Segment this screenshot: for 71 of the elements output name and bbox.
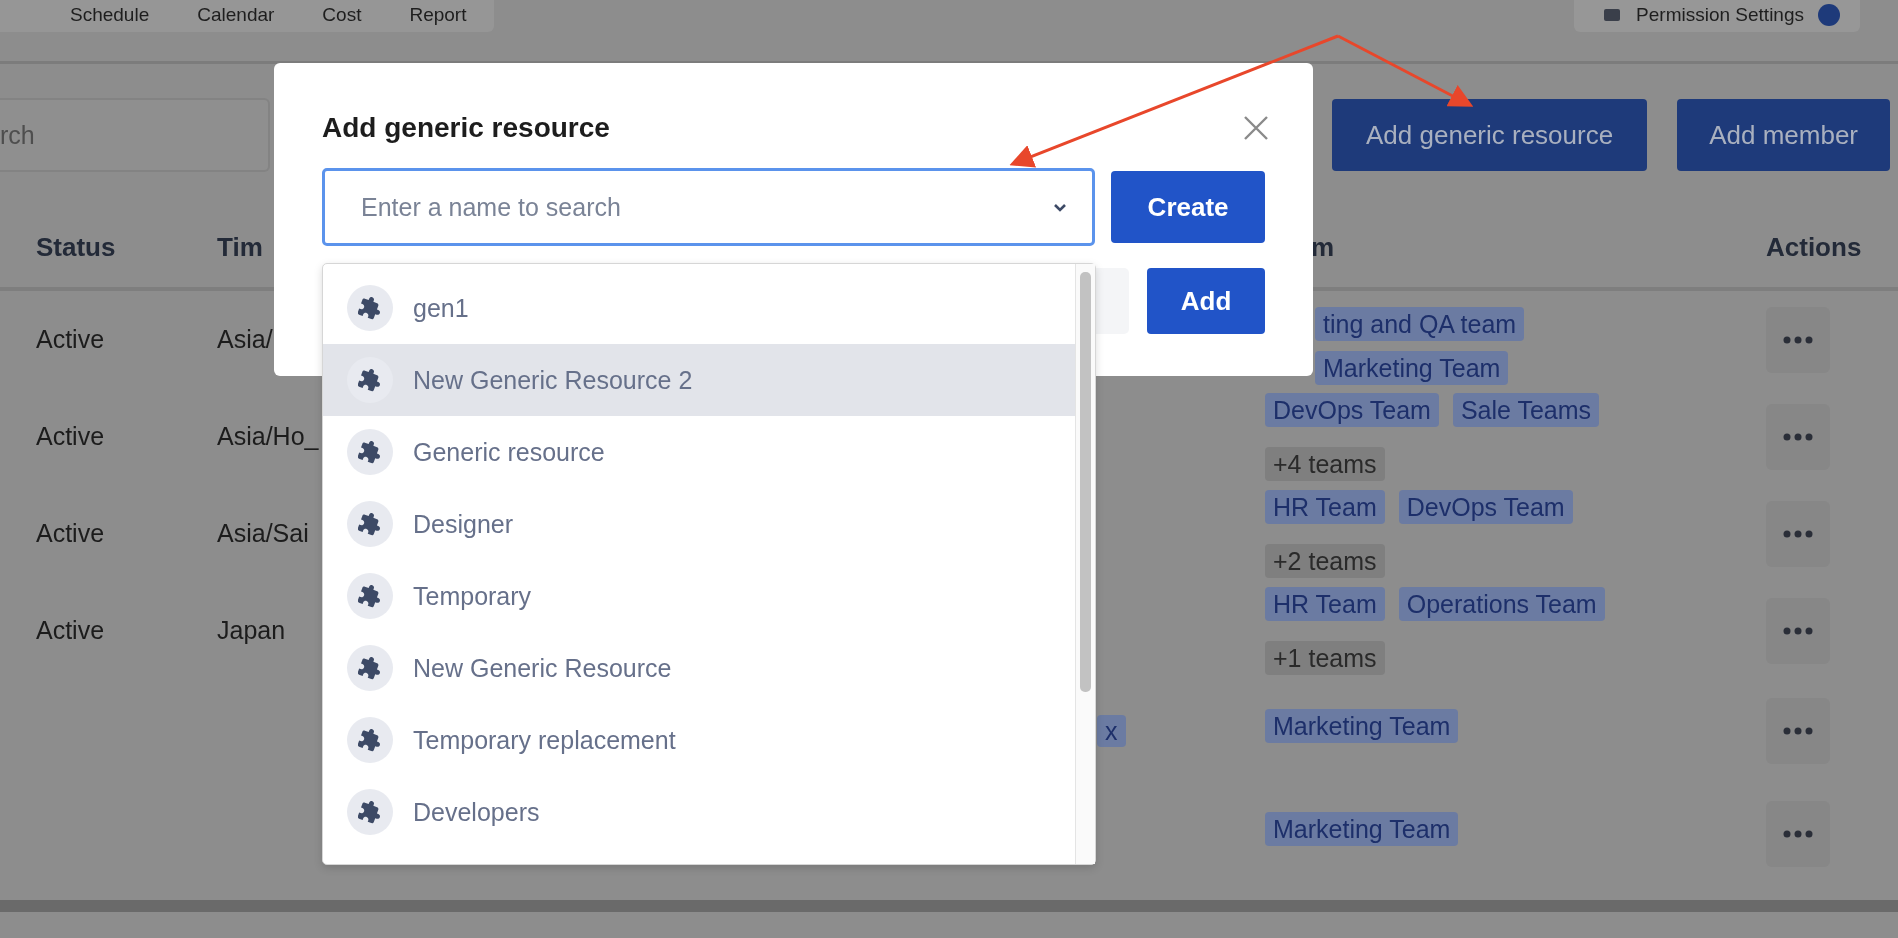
team-tag: DevOps Team bbox=[1398, 489, 1573, 524]
status-cell: Active bbox=[36, 325, 105, 353]
team-tag: Marketing Team bbox=[1265, 709, 1459, 743]
toolbar-button[interactable]: Add generic resource bbox=[1332, 99, 1648, 171]
resource-option[interactable]: Temporary replacement bbox=[323, 704, 1075, 776]
chevron-down-icon bbox=[1053, 203, 1068, 212]
team-tag: +1 teams bbox=[1265, 640, 1385, 675]
puzzle-icon bbox=[347, 285, 393, 331]
more-button[interactable] bbox=[1766, 801, 1830, 867]
team-tag: +2 teams bbox=[1265, 543, 1385, 578]
nav-tab[interactable]: Schedule bbox=[70, 4, 150, 26]
permission-settings-button[interactable]: Permission Settings bbox=[1574, 0, 1860, 32]
team-tag: ting and QA team bbox=[1315, 306, 1525, 341]
team-tag: HR Team bbox=[1265, 489, 1385, 524]
team-tag: HR Team bbox=[1265, 586, 1385, 621]
team-tag: +4 teams bbox=[1265, 446, 1385, 481]
nav-tab[interactable]: Cost bbox=[322, 4, 362, 26]
column-header: Actions bbox=[1765, 231, 1863, 263]
info-badge bbox=[1818, 4, 1840, 26]
vertical-scrollbar[interactable] bbox=[1075, 264, 1095, 864]
puzzle-icon bbox=[347, 429, 393, 475]
timezone-cell: Asia/Ho_ bbox=[217, 422, 319, 450]
more-icon bbox=[1783, 727, 1813, 735]
search-field[interactable]: rch bbox=[0, 98, 270, 172]
puzzle-icon bbox=[347, 645, 393, 691]
more-icon bbox=[1783, 335, 1813, 344]
add-button[interactable]: Add bbox=[1147, 268, 1265, 334]
resource-search-field[interactable]: Enter a name to search bbox=[322, 168, 1096, 246]
resource-option[interactable]: Generic resource bbox=[323, 416, 1075, 488]
more-button[interactable] bbox=[1766, 597, 1830, 664]
column-header: m bbox=[1310, 231, 1336, 263]
toolbar-button[interactable]: Add member bbox=[1677, 99, 1890, 171]
tag: x bbox=[1097, 715, 1126, 747]
more-button[interactable] bbox=[1766, 500, 1830, 567]
resource-option[interactable]: New Generic Resource bbox=[323, 632, 1075, 704]
nav-tab[interactable]: Calendar bbox=[197, 4, 275, 26]
more-icon bbox=[1783, 529, 1813, 538]
team-tag: Operations Team bbox=[1398, 586, 1605, 621]
modal-title: Add generic resource bbox=[322, 112, 610, 144]
nav-tab[interactable]: Report bbox=[409, 4, 467, 26]
horizontal-scrollbar[interactable] bbox=[0, 900, 1898, 912]
puzzle-icon bbox=[347, 357, 393, 403]
close-icon[interactable] bbox=[1243, 115, 1269, 141]
status-cell: Active bbox=[36, 519, 105, 547]
column-header: Status bbox=[36, 231, 117, 263]
team-tag: Sale Teams bbox=[1452, 392, 1600, 427]
resource-option[interactable]: New Generic Resource 2 bbox=[323, 344, 1075, 416]
resource-option[interactable]: Designer bbox=[323, 488, 1075, 560]
timezone-cell: Japan bbox=[217, 616, 286, 644]
more-icon bbox=[1783, 830, 1813, 838]
more-button[interactable] bbox=[1766, 698, 1830, 764]
column-header: Tim bbox=[217, 231, 264, 263]
resource-option[interactable]: Developers bbox=[323, 776, 1075, 848]
puzzle-icon bbox=[347, 573, 393, 619]
puzzle-icon bbox=[347, 717, 393, 763]
status-cell: Active bbox=[36, 422, 105, 450]
puzzle-icon bbox=[347, 501, 393, 547]
puzzle-icon bbox=[347, 789, 393, 835]
status-cell: Active bbox=[36, 616, 105, 644]
resource-option[interactable]: Temporary bbox=[323, 560, 1075, 632]
more-icon bbox=[1783, 432, 1813, 441]
team-tag: Marketing Team bbox=[1265, 812, 1459, 846]
team-tag: Marketing Team bbox=[1315, 350, 1509, 385]
timezone-cell: Asia/ bbox=[217, 325, 273, 353]
resource-option[interactable]: gen1 bbox=[323, 272, 1075, 344]
create-button[interactable]: Create bbox=[1111, 171, 1265, 243]
more-button[interactable] bbox=[1766, 306, 1830, 373]
more-icon bbox=[1783, 626, 1813, 635]
timezone-cell: Asia/Sai bbox=[217, 519, 309, 547]
more-button[interactable] bbox=[1766, 403, 1830, 470]
team-tag: DevOps Team bbox=[1265, 392, 1439, 427]
